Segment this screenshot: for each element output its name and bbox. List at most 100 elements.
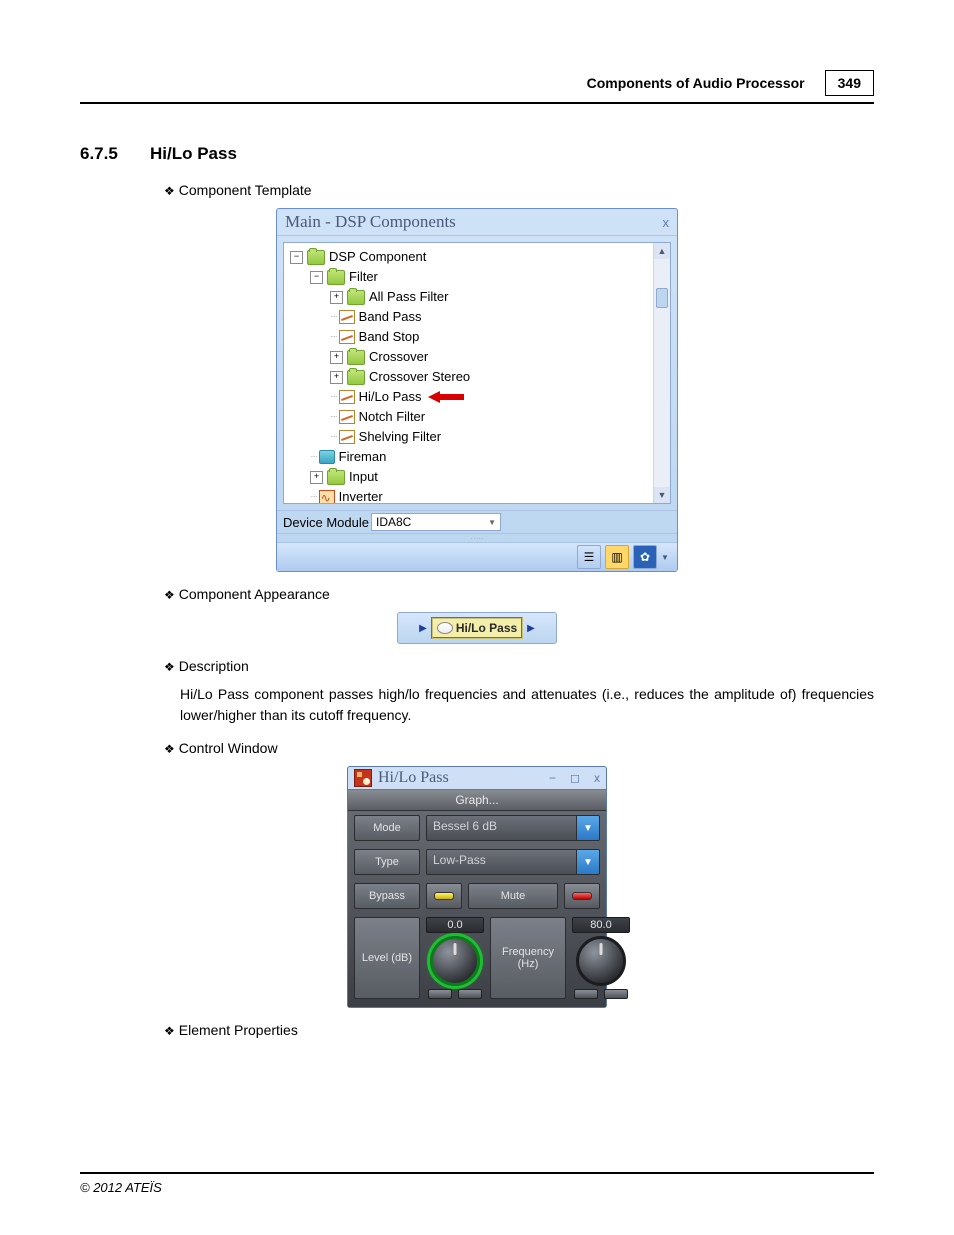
level-readout: 0.0: [426, 917, 484, 933]
expand-icon[interactable]: +: [330, 371, 343, 384]
expand-icon[interactable]: +: [310, 471, 323, 484]
app-icon: [354, 769, 372, 787]
filter-icon: [339, 410, 355, 424]
led-red-icon: [572, 892, 592, 900]
filter-icon: [339, 430, 355, 444]
subhead-template: Component Template: [164, 182, 874, 198]
frequency-label: Frequency (Hz): [490, 917, 566, 999]
type-value: Low-Pass: [427, 850, 577, 874]
toolbar-list-button[interactable]: ☰: [577, 545, 601, 569]
knob-dec-button[interactable]: [574, 989, 598, 999]
filter-icon: [339, 390, 355, 404]
filter-icon: [339, 310, 355, 324]
component-appearance-block: ▶ Hi/Lo Pass ▶: [397, 612, 557, 644]
bypass-toggle[interactable]: [426, 883, 462, 909]
device-module-value: IDA8C: [376, 515, 411, 529]
tree-node-allpass[interactable]: All Pass Filter: [369, 287, 448, 307]
page-header: Components of Audio Processor 349: [80, 70, 874, 104]
scrollbar[interactable]: ▲ ▼: [653, 243, 670, 503]
mute-toggle[interactable]: [564, 883, 600, 909]
tree-node-notch[interactable]: Notch Filter: [359, 407, 425, 427]
tree-connector: ····: [310, 447, 317, 467]
mode-select[interactable]: Bessel 6 dB ▼: [426, 815, 600, 841]
tree-node-bandstop[interactable]: Band Stop: [359, 327, 420, 347]
knob-dec-button[interactable]: [428, 989, 452, 999]
device-module-row: Device Module IDA8C ▼: [277, 510, 677, 533]
tree-node-input[interactable]: Input: [349, 467, 378, 487]
page-footer: © 2012 ATEÏS: [80, 1172, 874, 1195]
scroll-up-icon[interactable]: ▲: [654, 243, 670, 259]
panel-toolbar: ☰ ▥ ✿ ▼: [277, 542, 677, 571]
subhead-description: Description: [164, 658, 874, 674]
subhead-elemprops: Element Properties: [164, 1022, 874, 1038]
tree-view[interactable]: −DSP Component −Filter +All Pass Filter …: [284, 243, 653, 503]
component-block[interactable]: Hi/Lo Pass: [431, 617, 523, 639]
control-window: Hi/Lo Pass − ◻ x Graph... Mode Bessel 6 …: [347, 766, 607, 1008]
tree-connector: ····: [330, 427, 337, 447]
graph-button[interactable]: Graph...: [348, 790, 606, 811]
panel-titlebar: Main - DSP Components x: [277, 209, 677, 236]
chevron-down-icon: ▼: [577, 850, 599, 874]
knob-inc-button[interactable]: [604, 989, 628, 999]
level-label: Level (dB): [354, 917, 420, 999]
tree-connector: ····: [330, 407, 337, 427]
control-window-title: Hi/Lo Pass: [378, 769, 449, 787]
header-title: Components of Audio Processor: [587, 75, 805, 91]
scrollbar-thumb[interactable]: [656, 288, 668, 308]
expand-icon[interactable]: +: [330, 351, 343, 364]
tree-node-root[interactable]: DSP Component: [329, 247, 426, 267]
tree-node-shelving[interactable]: Shelving Filter: [359, 427, 441, 447]
scroll-down-icon[interactable]: ▼: [654, 487, 670, 503]
fireman-icon: [319, 450, 335, 464]
level-knob[interactable]: [430, 936, 480, 986]
section-number: 6.7.5: [80, 144, 150, 164]
section-heading: 6.7.5 Hi/Lo Pass: [80, 144, 874, 164]
arrow-highlight-icon: [428, 390, 464, 404]
knob-inc-button[interactable]: [458, 989, 482, 999]
resize-grip[interactable]: ·····: [277, 533, 677, 542]
device-module-select[interactable]: IDA8C ▼: [371, 513, 501, 531]
expand-icon[interactable]: +: [330, 291, 343, 304]
chevron-down-icon: ▼: [577, 816, 599, 840]
type-select[interactable]: Low-Pass ▼: [426, 849, 600, 875]
subhead-control: Control Window: [164, 740, 874, 756]
chevron-down-icon[interactable]: ▼: [661, 553, 671, 562]
tree-node-inverter[interactable]: Inverter: [339, 487, 383, 503]
folder-icon: [327, 470, 345, 485]
input-port-icon: ▶: [419, 623, 427, 634]
subhead-appearance: Component Appearance: [164, 586, 874, 602]
page-number: 349: [825, 70, 874, 96]
close-icon[interactable]: x: [663, 215, 670, 230]
device-module-label: Device Module: [283, 515, 369, 530]
chevron-down-icon: ▼: [488, 518, 496, 527]
mode-value: Bessel 6 dB: [427, 816, 577, 840]
collapse-icon[interactable]: −: [290, 251, 303, 264]
panel-title: Main - DSP Components: [285, 212, 456, 232]
collapse-icon[interactable]: −: [310, 271, 323, 284]
minimize-icon[interactable]: −: [549, 771, 556, 785]
tree-node-bandpass[interactable]: Band Pass: [359, 307, 422, 327]
tree-connector: ····: [310, 487, 317, 503]
tree-connector: ····: [330, 387, 337, 407]
folder-icon: [347, 290, 365, 305]
tree-node-filter[interactable]: Filter: [349, 267, 378, 287]
tree-node-crossover[interactable]: Crossover: [369, 347, 428, 367]
close-icon[interactable]: x: [594, 771, 600, 785]
led-yellow-icon: [434, 892, 454, 900]
tree-node-fireman[interactable]: Fireman: [339, 447, 387, 467]
tree-connector: ····: [330, 327, 337, 347]
frequency-readout: 80.0: [572, 917, 630, 933]
section-title: Hi/Lo Pass: [150, 144, 237, 164]
toolbar-columns-button[interactable]: ▥: [605, 545, 629, 569]
bypass-label: Bypass: [354, 883, 420, 909]
maximize-icon[interactable]: ◻: [570, 771, 580, 785]
folder-icon: [347, 350, 365, 365]
component-icon: [437, 622, 453, 634]
description-text: Hi/Lo Pass component passes high/lo freq…: [180, 684, 874, 726]
tree-node-crossover-stereo[interactable]: Crossover Stereo: [369, 367, 470, 387]
toolbar-gear-button[interactable]: ✿: [633, 545, 657, 569]
control-window-titlebar: Hi/Lo Pass − ◻ x: [348, 767, 606, 789]
frequency-knob[interactable]: [576, 936, 626, 986]
tree-body: −DSP Component −Filter +All Pass Filter …: [283, 242, 671, 504]
tree-node-hilo[interactable]: Hi/Lo Pass: [359, 387, 422, 407]
